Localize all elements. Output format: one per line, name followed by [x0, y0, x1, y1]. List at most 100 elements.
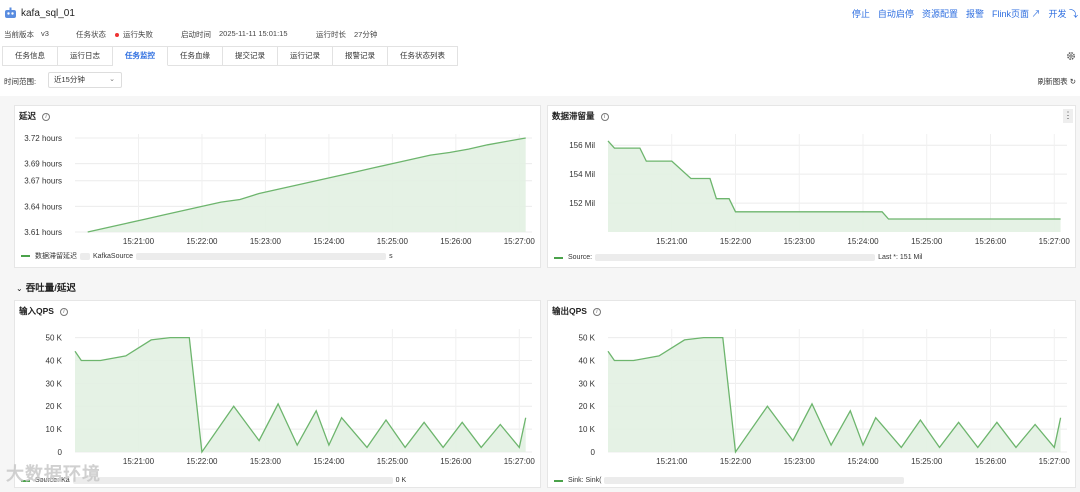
- job-name: kafa_sql_01: [21, 8, 75, 19]
- chart-legend[interactable]: 数据滞留延迟 KafkaSource s: [21, 251, 393, 261]
- refresh-charts-button[interactable]: 刷新图表 ↻: [1038, 76, 1076, 87]
- output-qps-chart: 0 10 K 20 K 30 K 40 K 50 K 15:21:00 15:22:00 15:…: [579, 329, 1071, 466]
- redacted-text: [136, 252, 387, 260]
- y-tick-label: 156 Mil: [569, 141, 595, 150]
- x-tick-label: 15:26:00: [975, 237, 1007, 246]
- x-tick-label: 15:23:00: [784, 457, 816, 466]
- tab-bar: 任务信息 运行日志 任务监控 任务血缘 提交记录 运行记录 报警记录 任务状态列…: [2, 46, 458, 66]
- tab-run-records[interactable]: 运行记录: [278, 46, 333, 66]
- x-tick-label: 15:26:00: [440, 237, 472, 246]
- x-tick-label: 15:21:00: [656, 237, 688, 246]
- x-tick-label: 15:24:00: [847, 457, 879, 466]
- latency-panel: 延迟 i 3.61 hours 3.64 hours 3.67 hours 3.69 h…: [14, 105, 541, 268]
- x-tick-label: 15:21:00: [656, 457, 688, 466]
- legend-tail: Last *: 151 Mil: [878, 254, 923, 261]
- x-tick-label: 15:26:00: [440, 457, 472, 466]
- y-tick-label: 0: [58, 448, 63, 457]
- version-label: 当前版本: [4, 30, 34, 39]
- y-tick-label: 154 Mil: [569, 170, 595, 179]
- y-tick-label: 40 K: [579, 356, 596, 365]
- x-tick-label: 15:27:00: [504, 237, 536, 246]
- y-tick-label: 20 K: [579, 402, 596, 411]
- legend-swatch: [21, 255, 30, 257]
- tab-submit-records[interactable]: 提交记录: [223, 46, 278, 66]
- start-time-value: 2025-11-11 15:01:15: [219, 29, 288, 38]
- series-area: [608, 140, 1061, 232]
- x-tick-label: 15:25:00: [377, 457, 409, 466]
- y-tick-label: 3.61 hours: [24, 228, 62, 237]
- status-badge: 运行失败: [115, 29, 153, 40]
- legend-tail: 0 K: [395, 477, 407, 484]
- backlog-panel: 数据滞留量 i ⋮ 152 Mil 154 Mil 156 Mil 15:21:00 15…: [547, 105, 1076, 268]
- y-tick-label: 30 K: [46, 379, 63, 388]
- more-menu-icon[interactable]: ⋮: [1063, 109, 1073, 123]
- redacted-text: [72, 477, 393, 484]
- x-tick-label: 15:27:00: [504, 457, 536, 466]
- info-icon[interactable]: i: [592, 307, 601, 316]
- y-tick-label: 20 K: [46, 402, 63, 411]
- x-tick-label: 15:27:00: [1039, 457, 1071, 466]
- legend-tail: s: [389, 252, 393, 260]
- y-tick-label: 3.64 hours: [24, 202, 62, 211]
- series-area: [608, 337, 1061, 452]
- flink-page-link[interactable]: Flink页面 ↗: [992, 7, 1041, 20]
- redacted-text: [595, 254, 876, 261]
- chart-legend[interactable]: Source: Last *: 151 Mil: [554, 254, 922, 261]
- y-tick-label: 3.67 hours: [24, 177, 62, 186]
- watermark: 大数据环境: [6, 464, 101, 484]
- redacted-text: [604, 477, 905, 484]
- info-icon[interactable]: i: [600, 112, 609, 121]
- time-range-label: 时间范围:: [4, 77, 37, 86]
- x-tick-label: 15:22:00: [186, 457, 218, 466]
- x-tick-label: 15:25:00: [911, 237, 943, 246]
- legend-swatch: [554, 479, 563, 482]
- panel-title: 输出QPS i: [552, 305, 601, 317]
- x-tick-label: 15:22:00: [720, 457, 752, 466]
- output-qps-panel: 输出QPS i 0 10 K 20 K 30 K 40 K 50 K 15:21:00 15:2…: [547, 300, 1076, 488]
- top-bar: kafa_sql_01 停止 自动启停 资源配置 报警 Flink页面 ↗ 开发…: [0, 0, 1080, 26]
- info-icon[interactable]: i: [42, 112, 51, 121]
- gear-icon[interactable]: [1066, 51, 1076, 61]
- tab-state-list[interactable]: 任务状态列表: [388, 46, 458, 66]
- y-tick-label: 40 K: [46, 356, 63, 365]
- y-tick-label: 0: [591, 448, 596, 457]
- panel-title: 数据滞留量 i: [552, 110, 609, 122]
- x-tick-label: 15:21:00: [123, 457, 155, 466]
- tab-run-log[interactable]: 运行日志: [58, 46, 113, 66]
- develop-button[interactable]: 开发 ⤵: [1048, 7, 1078, 20]
- section-title: 吞吐量/延迟: [25, 283, 76, 294]
- auto-restart-button[interactable]: 自动启停: [878, 7, 914, 20]
- y-tick-label: 10 K: [46, 425, 63, 434]
- start-time-label: 启动时间: [181, 30, 211, 39]
- y-tick-label: 30 K: [579, 379, 596, 388]
- y-tick-label: 10 K: [579, 425, 596, 434]
- legend-series-name: Source:: [568, 254, 593, 261]
- stop-button[interactable]: 停止: [852, 7, 870, 20]
- tab-job-info[interactable]: 任务信息: [2, 46, 58, 66]
- legend-swatch: [554, 256, 563, 259]
- duration-value: 27分钟: [354, 30, 378, 39]
- chevron-down-icon: ⌄: [109, 76, 115, 83]
- status-label: 任务状态: [76, 30, 106, 39]
- tab-lineage[interactable]: 任务血缘: [168, 46, 223, 66]
- x-tick-label: 15:27:00: [1039, 237, 1071, 246]
- x-tick-label: 15:21:00: [123, 237, 155, 246]
- job-meta: 当前版本 v3 任务状态 运行失败 启动时间 2025-11-11 15:01:…: [4, 29, 704, 41]
- time-range-select[interactable]: 近15分钟 ⌄: [48, 72, 122, 88]
- duration-label: 运行时长: [316, 30, 346, 39]
- x-tick-label: 15:24:00: [313, 237, 345, 246]
- info-icon[interactable]: i: [59, 307, 68, 316]
- y-tick-label: 3.72 hours: [24, 134, 62, 143]
- legend-series-name: Sink: Sink(: [568, 477, 602, 484]
- panel-title: 延迟 i: [19, 110, 51, 122]
- throughput-section-toggle[interactable]: ⌄ 吞吐量/延迟: [16, 280, 76, 294]
- chart-legend[interactable]: Sink: Sink(: [554, 477, 907, 484]
- tab-alarm-records[interactable]: 报警记录: [333, 46, 388, 66]
- legend-series-name: 数据滞留延迟: [35, 253, 77, 260]
- resource-config-button[interactable]: 资源配置: [922, 7, 958, 20]
- alarm-button[interactable]: 报警: [966, 7, 984, 20]
- time-range-row: 时间范围: 近15分钟 ⌄ 刷新图表 ↻: [4, 72, 1080, 88]
- x-tick-label: 15:25:00: [911, 457, 943, 466]
- redacted-text: [80, 252, 90, 260]
- tab-monitor[interactable]: 任务监控: [113, 46, 168, 66]
